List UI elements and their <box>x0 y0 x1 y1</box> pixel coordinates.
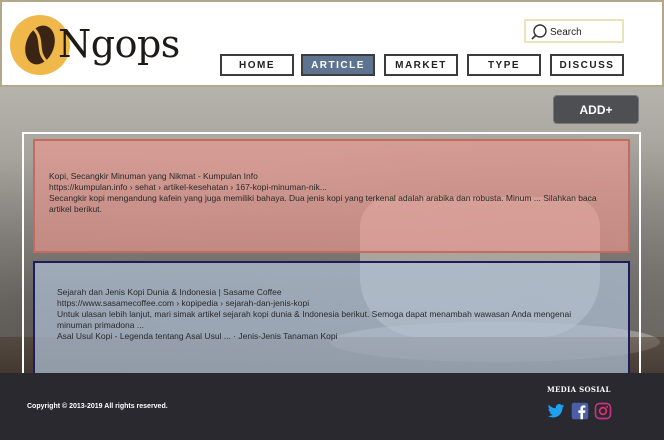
social-media-heading: MEDIA SOSIAL <box>547 385 611 394</box>
nav-market-button[interactable]: MARKET <box>384 54 458 76</box>
article-card[interactable]: Kopi, Secangkir Minuman yang Nikmat - Ku… <box>33 139 630 253</box>
nav-discuss-button[interactable]: DISCUSS <box>550 54 624 76</box>
article-title[interactable]: Sejarah dan Jenis Kopi Dunia & Indonesia… <box>57 287 606 298</box>
article-url[interactable]: https://www.sasamecoffee.com › kopipedia… <box>57 298 606 309</box>
brand-name[interactable]: Ngops <box>58 24 180 64</box>
nav-type-button[interactable]: TYPE <box>467 54 541 76</box>
nav-article-button[interactable]: ARTICLE <box>301 54 375 76</box>
copyright-text: Copyright © 2013-2019 All rights reserve… <box>27 403 168 410</box>
article-url[interactable]: https://kumpulan.info › sehat › artikel-… <box>49 182 614 193</box>
twitter-icon[interactable] <box>547 402 565 420</box>
article-related-links[interactable]: Asal Usul Kopi - Legenda tentang Asal Us… <box>57 331 606 342</box>
add-article-button[interactable]: ADD+ <box>553 95 639 124</box>
search-box <box>524 19 624 43</box>
site-header: Ngops HOME ARTICLE MARKET TYPE DISCUSS <box>0 0 664 87</box>
nav-home-button[interactable]: HOME <box>220 54 294 76</box>
article-snippet: Secangkir kopi mengandung kafein yang ju… <box>49 193 597 214</box>
article-card[interactable]: Sejarah dan Jenis Kopi Dunia & Indonesia… <box>33 261 630 373</box>
site-footer: Copyright © 2013-2019 All rights reserve… <box>0 373 664 440</box>
article-title[interactable]: Kopi, Secangkir Minuman yang Nikmat - Ku… <box>49 171 614 182</box>
search-icon[interactable] <box>530 23 548 41</box>
instagram-icon[interactable] <box>594 402 612 420</box>
facebook-icon[interactable] <box>571 402 589 420</box>
article-snippet: Untuk ulasan lebih lanjut, mari simak ar… <box>57 309 572 330</box>
search-input[interactable] <box>550 24 622 40</box>
